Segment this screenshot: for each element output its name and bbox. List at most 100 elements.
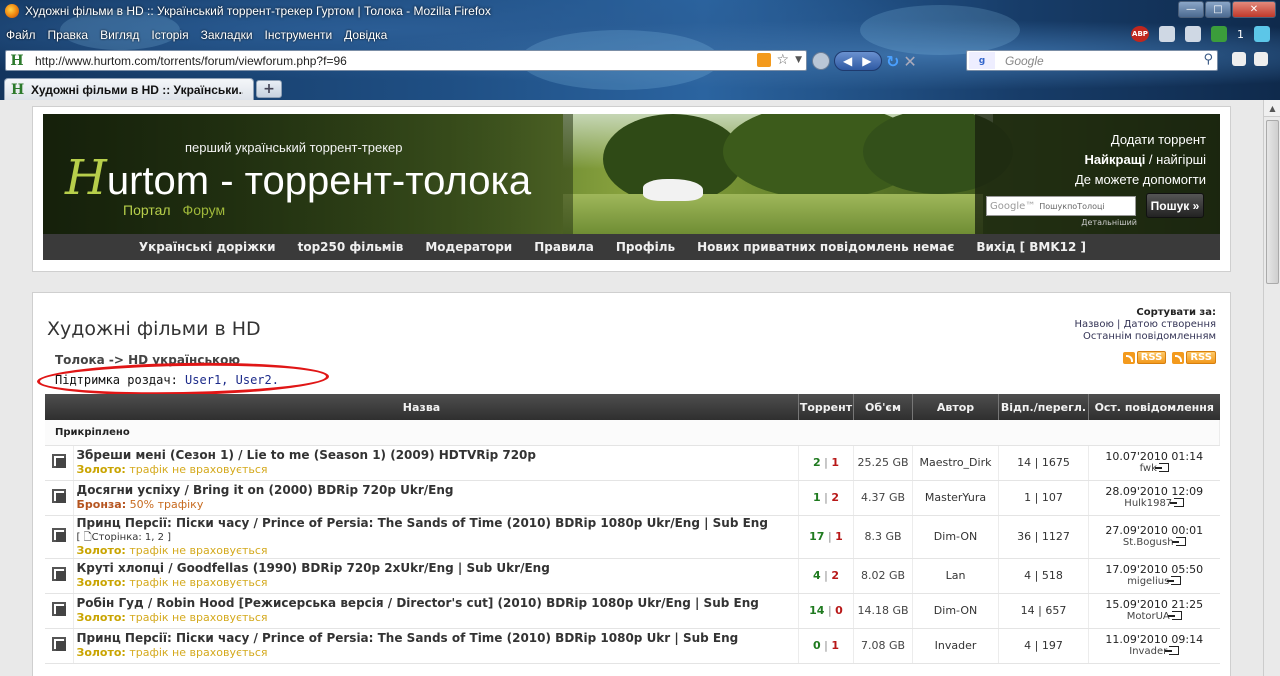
goto-post-icon[interactable] — [1165, 646, 1180, 655]
table-row[interactable]: Принц Персії: Піски часу / Prince of Per… — [45, 628, 1220, 664]
scroll-thumb[interactable] — [1266, 120, 1279, 284]
search-engine-icon[interactable]: g — [969, 52, 995, 69]
add-torrent-link[interactable]: Додати торрент — [1075, 130, 1206, 150]
col-author[interactable]: Автор — [912, 394, 999, 420]
nav-logout[interactable]: Вихід [ BMK12 ] — [976, 240, 1086, 254]
search-bar[interactable]: g Google ⚲ — [966, 50, 1218, 71]
last-post-user[interactable]: Hulk1987 — [1124, 498, 1172, 509]
bookmark-star-icon[interactable]: ☆ — [777, 53, 790, 67]
back-arrow-icon[interactable]: ◀ — [843, 54, 852, 68]
topic-icon — [51, 528, 66, 542]
advanced-search-link[interactable]: Детальніший — [1081, 218, 1137, 227]
close-window-button[interactable]: ✕ — [1232, 1, 1276, 18]
menu-bookmarks[interactable]: Закладки — [201, 28, 253, 42]
table-row[interactable]: Робін Гуд / Robin Hood [Режисерська верс… — [45, 593, 1220, 629]
addon-icon[interactable] — [1254, 26, 1270, 42]
col-replies[interactable]: Відп./перегл. — [998, 394, 1089, 420]
url-dropdown-icon[interactable]: ▼ — [795, 55, 802, 65]
url-bar[interactable]: H http://www.hurtom.com/torrents/forum/v… — [5, 50, 807, 71]
menu-edit[interactable]: Правка — [48, 28, 89, 42]
new-tab-button[interactable]: + — [256, 80, 282, 98]
back-forward-button[interactable]: ◀ ▶ — [834, 51, 882, 71]
site-search-button[interactable]: Пошук » — [1146, 193, 1204, 218]
topic-author[interactable]: MasterYura — [912, 480, 999, 516]
menu-help[interactable]: Довідка — [344, 28, 387, 42]
maximize-button[interactable]: □ — [1205, 1, 1231, 18]
forum-link[interactable]: Форум — [183, 202, 226, 218]
stop-icon[interactable]: ✕ — [903, 52, 916, 71]
url-text[interactable]: http://www.hurtom.com/torrents/forum/vie… — [35, 54, 347, 68]
site-search-input[interactable]: Google™ ПошукпоТолоці — [986, 196, 1136, 216]
topic-pages[interactable]: [ 🗋Сторінка: 1, 2 ] — [74, 531, 799, 544]
last-post-user[interactable]: St.Bogush — [1123, 537, 1174, 548]
menu-file[interactable]: Файл — [6, 28, 36, 42]
addon-icon[interactable] — [1254, 52, 1268, 66]
goto-post-icon[interactable] — [1154, 463, 1169, 472]
addon-icon[interactable] — [1232, 52, 1246, 66]
menu-view[interactable]: Вигляд — [100, 28, 139, 42]
table-row[interactable]: Круті хлопці / Goodfellas (1990) BDRip 7… — [45, 558, 1220, 594]
goto-post-icon[interactable] — [1171, 537, 1186, 546]
col-size[interactable]: Об'єм — [853, 394, 913, 420]
goto-post-icon[interactable] — [1170, 498, 1185, 507]
tab-active[interactable]: H Художні фільми в HD :: Українськи... — [4, 78, 254, 100]
topic-author[interactable]: Maestro_Dirk — [912, 445, 999, 481]
scroll-up-arrow-icon[interactable]: ▲ — [1264, 100, 1280, 117]
topic-title-link[interactable]: Принц Персії: Піски часу / Prince of Per… — [74, 631, 799, 646]
mail-icon[interactable] — [1211, 26, 1227, 42]
menu-tools[interactable]: Інструменти — [265, 28, 333, 42]
col-last-post[interactable]: Ост. повідомлення — [1088, 394, 1220, 420]
addon-icon[interactable] — [1185, 26, 1201, 42]
nav-ukr-tracks[interactable]: Українські доріжки — [139, 240, 276, 254]
adblock-icon[interactable]: ABP — [1131, 26, 1149, 42]
nav-moderators[interactable]: Модератори — [425, 240, 512, 254]
sort-by-name-date[interactable]: Назвою | Датою створення — [1074, 319, 1216, 331]
goto-post-icon[interactable] — [1167, 611, 1182, 620]
topic-author[interactable]: Lan — [912, 558, 999, 594]
seeders-count: 17 — [809, 530, 825, 543]
table-row[interactable]: Принц Персії: Піски часу / Prince of Per… — [45, 515, 1220, 559]
topic-title-link[interactable]: Збреши мені (Сезон 1) / Lie to me (Seaso… — [74, 448, 799, 463]
topic-author[interactable]: Invader — [912, 628, 999, 664]
nav-private-messages[interactable]: Нових приватних повідомлень немає — [697, 240, 954, 254]
forward-arrow-icon[interactable]: ▶ — [862, 54, 871, 68]
topic-title-link[interactable]: Принц Персії: Піски часу / Prince of Per… — [74, 516, 799, 531]
topic-title-link[interactable]: Круті хлопці / Goodfellas (1990) BDRip 7… — [74, 561, 799, 576]
page-title[interactable]: Художні фільми в HD — [47, 318, 261, 340]
search-icon[interactable]: ⚲ — [1203, 52, 1213, 67]
last-post-user[interactable]: MotorUA — [1127, 611, 1170, 622]
last-post: 28.09'2010 12:09 Hulk1987 — [1088, 480, 1220, 516]
nav-top250[interactable]: top250 фільмів — [298, 240, 404, 254]
portal-link[interactable]: Портал — [123, 202, 171, 218]
topic-title-link[interactable]: Досягни успіху / Bring it on (2000) BDRi… — [74, 483, 799, 498]
topic-title-link[interactable]: Робін Гуд / Robin Hood [Режисерська верс… — [74, 596, 799, 611]
site-logo[interactable]: Hurtom - торрент-толока — [65, 154, 531, 205]
topic-author[interactable]: Dim-ON — [912, 593, 999, 629]
col-torrent[interactable]: Торрент — [798, 394, 854, 420]
rss-button[interactable]: RSS — [1122, 351, 1167, 364]
tab-strip: H Художні фільми в HD :: Українськи... + — [0, 76, 1280, 100]
last-post-user[interactable]: Invader — [1129, 646, 1167, 657]
search-input[interactable]: Google — [1005, 54, 1044, 68]
nav-rules[interactable]: Правила — [534, 240, 594, 254]
menu-history[interactable]: Історія — [151, 28, 188, 42]
sort-by-last-post[interactable]: Останнім повідомленням — [1074, 331, 1216, 343]
addon-icon[interactable] — [1159, 26, 1175, 42]
minimize-button[interactable]: — — [1178, 1, 1204, 18]
reload-icon[interactable]: ↻ — [886, 52, 899, 71]
table-row[interactable]: Збреши мені (Сезон 1) / Lie to me (Seaso… — [45, 445, 1220, 481]
leechers-count: 1 — [835, 530, 843, 543]
table-row[interactable]: Досягни успіху / Bring it on (2000) BDRi… — [45, 480, 1220, 516]
feed-icon[interactable] — [756, 53, 771, 67]
best-worst-link[interactable]: Найкращі / найгірші — [1075, 150, 1206, 170]
goto-post-icon[interactable] — [1167, 576, 1182, 585]
nav-profile[interactable]: Профіль — [616, 240, 675, 254]
help-link[interactable]: Де можете допомогти — [1075, 170, 1206, 190]
col-title[interactable]: Назва — [45, 394, 799, 420]
settings-gear-icon[interactable] — [812, 52, 830, 70]
tab-title: Художні фільми в HD :: Українськи... — [31, 82, 243, 97]
rss-button[interactable]: RSS — [1172, 351, 1216, 364]
topic-author[interactable]: Dim-ON — [912, 515, 999, 559]
last-post-user[interactable]: migelius — [1127, 576, 1169, 587]
page-scrollbar[interactable]: ▲ — [1263, 100, 1280, 676]
